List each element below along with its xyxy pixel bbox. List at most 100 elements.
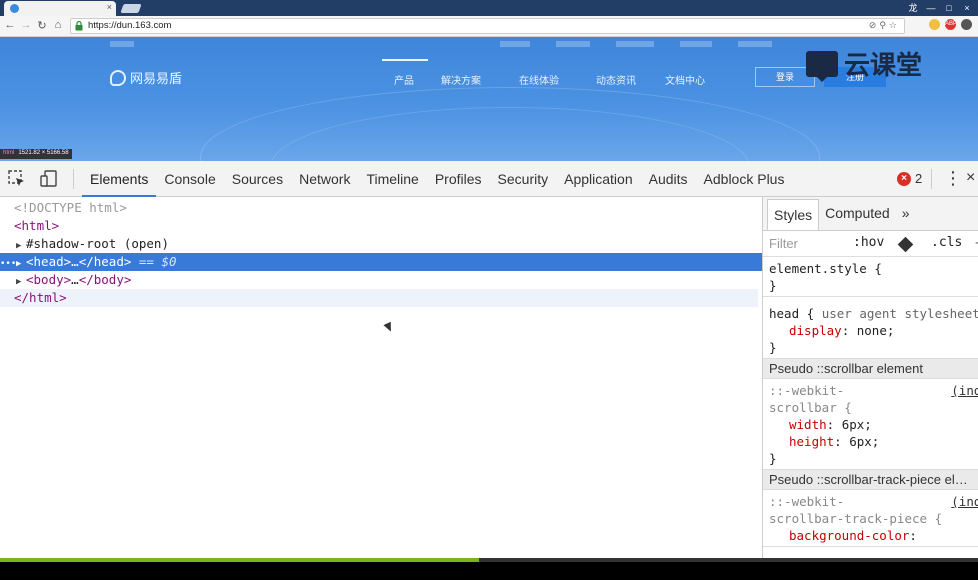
extension-icon[interactable] bbox=[929, 19, 940, 30]
more-options-icon[interactable]: ⋮ bbox=[944, 168, 962, 188]
top-link[interactable] bbox=[616, 41, 654, 47]
tab-audits[interactable]: Audits bbox=[641, 161, 696, 197]
style-property[interactable]: width: 6px; bbox=[769, 416, 973, 433]
top-link[interactable] bbox=[680, 41, 712, 47]
nav-item-online-demo[interactable]: 在线体验 bbox=[519, 72, 559, 87]
dom-node-html-close[interactable]: </html> bbox=[0, 289, 758, 307]
pseudo-label: Pseudo bbox=[769, 472, 814, 487]
top-link[interactable] bbox=[500, 41, 530, 47]
zoom-icon[interactable]: ⚲ bbox=[879, 20, 889, 30]
top-link[interactable] bbox=[556, 41, 590, 47]
body-ellipsis[interactable]: … bbox=[71, 272, 79, 287]
hover-state-toggle[interactable]: :hov bbox=[853, 235, 884, 250]
nav-item-products[interactable]: 产品 bbox=[394, 72, 414, 87]
site-logo[interactable]: 网易易盾 bbox=[110, 68, 182, 87]
address-bar[interactable]: https://dun.163.com ⊘⚲☆ bbox=[70, 18, 905, 34]
browser-tab-strip: × 龙 — □ × bbox=[0, 0, 978, 16]
top-link[interactable] bbox=[110, 41, 134, 47]
tab-network[interactable]: Network bbox=[291, 161, 358, 197]
rule-source-link[interactable]: (index):1 bbox=[951, 382, 978, 399]
close-devtools-icon[interactable]: × bbox=[966, 169, 975, 187]
rule-selector: ::-webkit- bbox=[769, 494, 845, 509]
close-window-button[interactable]: × bbox=[960, 2, 974, 14]
omnibox-actions: ⊘⚲☆ bbox=[869, 20, 900, 31]
property-value: none; bbox=[856, 323, 895, 338]
back-icon[interactable]: ← bbox=[3, 19, 17, 31]
styles-sidebar: Styles Computed » Filter :hov .cls + ele… bbox=[762, 197, 978, 558]
device-toolbar-icon[interactable] bbox=[40, 170, 58, 188]
rule-scrollbar[interactable]: ::-webkit- (index):1 scrollbar { width: 6… bbox=[763, 379, 978, 470]
class-toggle[interactable]: .cls bbox=[931, 235, 962, 250]
element-size-tooltip: html 1521.82 × 5166.58 bbox=[0, 149, 72, 159]
tab-close-icon[interactable]: × bbox=[107, 2, 112, 12]
dom-node-doctype[interactable]: <!DOCTYPE html> bbox=[0, 199, 762, 217]
bookmark-star-icon[interactable]: ☆ bbox=[889, 20, 900, 30]
rule-head-ua[interactable]: head { user agent stylesheet display: no… bbox=[763, 297, 978, 359]
tab-sources[interactable]: Sources bbox=[224, 161, 291, 197]
minimize-button[interactable]: — bbox=[924, 2, 938, 14]
reload-icon[interactable]: ↻ bbox=[35, 19, 49, 32]
element-state-icon[interactable] bbox=[897, 236, 914, 253]
tab-computed[interactable]: Computed bbox=[819, 197, 896, 230]
watermark-text: 云课堂 bbox=[844, 51, 923, 81]
head-close-tag: </head> bbox=[78, 254, 132, 269]
user-profile-icon[interactable]: 龙 bbox=[906, 2, 920, 14]
logo-mark-icon bbox=[110, 69, 126, 86]
tab-timeline[interactable]: Timeline bbox=[358, 161, 426, 197]
rule-element-style[interactable]: element.style { } bbox=[763, 257, 978, 297]
nav-item-docs[interactable]: 文档中心 bbox=[665, 72, 705, 87]
head-ellipsis[interactable]: … bbox=[71, 254, 79, 269]
style-property[interactable]: background-color: bbox=[769, 527, 973, 544]
block-icon[interactable]: ⊘ bbox=[869, 20, 880, 30]
tv-icon bbox=[806, 50, 838, 82]
rule-selector: ::-webkit- bbox=[769, 383, 845, 398]
rule-close-brace: } bbox=[769, 340, 777, 355]
tab-adblock-plus[interactable]: Adblock Plus bbox=[696, 161, 793, 197]
forward-icon[interactable]: → bbox=[19, 19, 33, 31]
browser-tab[interactable]: × bbox=[4, 1, 116, 16]
filter-input[interactable]: Filter bbox=[769, 236, 798, 251]
extension-icons: ABP bbox=[929, 19, 972, 30]
url-text: https://dun.163.com bbox=[88, 20, 172, 31]
top-link[interactable] bbox=[738, 41, 772, 47]
mouse-cursor-icon bbox=[383, 321, 395, 334]
new-tab-button[interactable] bbox=[120, 4, 142, 13]
dom-node-shadow-root[interactable]: ▶ #shadow-root (open) bbox=[0, 235, 762, 253]
rule-source: user agent stylesheet bbox=[821, 306, 978, 321]
maximize-button[interactable]: □ bbox=[942, 2, 956, 14]
tab-profiles[interactable]: Profiles bbox=[427, 161, 490, 197]
home-icon[interactable]: ⌂ bbox=[51, 19, 65, 31]
inspect-element-icon[interactable] bbox=[8, 170, 26, 188]
property-value: 6px; bbox=[849, 434, 880, 449]
devtools-tab-bar: Elements Console Sources Network Timelin… bbox=[0, 161, 978, 197]
nav-item-news[interactable]: 动态资讯 bbox=[596, 72, 636, 87]
rule-scrollbar-track-piece[interactable]: ::-webkit- (index):1 scrollbar-track-piec… bbox=[763, 490, 978, 547]
webpage-viewport: 网易易盾 产品 解决方案 在线体验 动态资讯 文档中心 登录 注册 云课堂 ht… bbox=[0, 37, 978, 161]
body-open-tag: <body> bbox=[26, 272, 72, 287]
selected-node-marker: == $0 bbox=[138, 254, 177, 269]
style-property[interactable]: height: 6px; bbox=[769, 433, 973, 450]
error-counter[interactable]: × 2 bbox=[897, 171, 922, 186]
tab-security[interactable]: Security bbox=[490, 161, 557, 197]
rule-source-link[interactable]: (index):1 bbox=[951, 493, 978, 510]
tab-console[interactable]: Console bbox=[156, 161, 223, 197]
rule-close-brace: } bbox=[769, 278, 777, 293]
property-name: background-color bbox=[789, 528, 910, 543]
pseudo-label: Pseudo bbox=[769, 361, 814, 376]
tab-elements[interactable]: Elements bbox=[82, 161, 157, 197]
chrome-menu-icon[interactable] bbox=[961, 19, 972, 30]
dom-node-html[interactable]: <html> bbox=[0, 217, 762, 235]
style-property[interactable]: display: none; bbox=[769, 322, 973, 339]
lock-icon bbox=[75, 21, 83, 31]
tab-styles[interactable]: Styles bbox=[767, 199, 820, 230]
dom-node-head[interactable]: •••▶ <head>…</head> == $0 bbox=[0, 253, 762, 271]
dom-node-body[interactable]: ▶ <body>…</body> bbox=[0, 271, 762, 289]
html-close-tag: </html> bbox=[14, 290, 67, 305]
adblock-icon[interactable]: ABP bbox=[945, 19, 957, 30]
style-rules: element.style { } head { user agent styl… bbox=[763, 257, 978, 547]
rule-selector: head bbox=[769, 306, 800, 321]
more-tabs-icon[interactable]: » bbox=[896, 197, 916, 230]
nav-item-solutions[interactable]: 解决方案 bbox=[441, 72, 481, 87]
tab-application[interactable]: Application bbox=[556, 161, 641, 197]
elements-dom-tree: <!DOCTYPE html> <html> ▶ #shadow-root (op… bbox=[0, 197, 762, 558]
